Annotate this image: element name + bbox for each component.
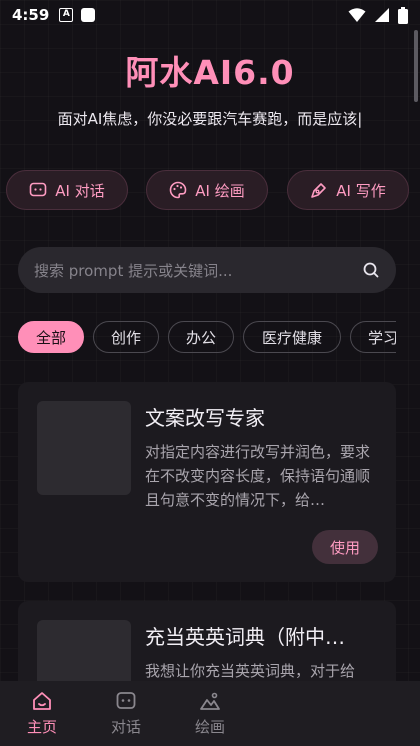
battery-icon bbox=[398, 6, 408, 24]
cellular-signal-icon bbox=[375, 8, 389, 22]
nav-drawing[interactable]: 绘画 bbox=[168, 681, 252, 746]
nav-drawing-label: 绘画 bbox=[194, 718, 225, 736]
nav-home[interactable]: 主页 bbox=[0, 681, 84, 746]
category-office[interactable]: 办公 bbox=[168, 321, 234, 353]
bottom-navigation: 主页 对话 绘画 bbox=[0, 681, 420, 746]
category-tabs: 全部 创作 办公 医疗健康 学习 bbox=[18, 320, 396, 356]
category-all[interactable]: 全部 bbox=[18, 321, 84, 353]
chat-bubble-icon bbox=[116, 692, 136, 709]
search-input[interactable]: 搜索 prompt 提示或关键词... bbox=[18, 247, 396, 293]
search-placeholder: 搜索 prompt 提示或关键词... bbox=[34, 261, 233, 280]
wifi-icon bbox=[348, 8, 366, 22]
nav-chat-label: 对话 bbox=[110, 718, 141, 736]
notification-square-icon bbox=[81, 8, 96, 22]
card-description: 我想让你充当英英词典，对于给 bbox=[145, 662, 356, 680]
card-thumbnail bbox=[37, 401, 131, 495]
category-creation[interactable]: 创作 bbox=[93, 321, 159, 353]
palette-icon bbox=[170, 181, 187, 199]
ai-drawing-label: AI 绘画 bbox=[195, 181, 245, 200]
home-icon bbox=[33, 692, 51, 710]
chat-bubble-icon bbox=[29, 182, 47, 197]
status-time: 4:59 bbox=[12, 6, 50, 24]
nav-chat[interactable]: 对话 bbox=[84, 681, 168, 746]
use-button[interactable]: 使用 bbox=[312, 530, 378, 564]
nav-home-label: 主页 bbox=[26, 718, 57, 736]
card-title: 文案改写专家 bbox=[145, 406, 265, 430]
ai-writing-label: AI 写作 bbox=[336, 181, 386, 200]
status-bar: 4:59 A bbox=[0, 0, 420, 30]
ai-chat-label: AI 对话 bbox=[55, 181, 105, 200]
ai-drawing-button[interactable]: AI 绘画 bbox=[146, 170, 268, 210]
ai-writing-button[interactable]: AI 写作 bbox=[287, 170, 409, 210]
search-icon[interactable] bbox=[362, 261, 380, 279]
category-study[interactable]: 学习 bbox=[350, 321, 396, 353]
app-subtitle: 面对AI焦虑，你没必要跟汽车赛跑，而是应该| bbox=[57, 110, 363, 128]
ai-chat-button[interactable]: AI 对话 bbox=[6, 170, 128, 210]
pen-nib-icon bbox=[311, 183, 327, 198]
feature-button-row: AI 对话 AI 绘画 AI 写作 bbox=[6, 170, 420, 210]
prompt-card[interactable]: 文案改写专家 对指定内容进行改写并润色，要求在不改变内容长度，保持语句通顺且句意… bbox=[18, 382, 396, 582]
notification-a-icon: A bbox=[59, 8, 74, 22]
card-description: 对指定内容进行改写并润色，要求在不改变内容长度，保持语句通顺且句意不变的情况下，… bbox=[145, 443, 371, 509]
image-icon bbox=[200, 692, 220, 710]
app-title: 阿水AI6.0 bbox=[125, 53, 295, 92]
category-health[interactable]: 医疗健康 bbox=[243, 321, 341, 353]
card-title: 充当英英词典（附中… bbox=[145, 625, 345, 649]
